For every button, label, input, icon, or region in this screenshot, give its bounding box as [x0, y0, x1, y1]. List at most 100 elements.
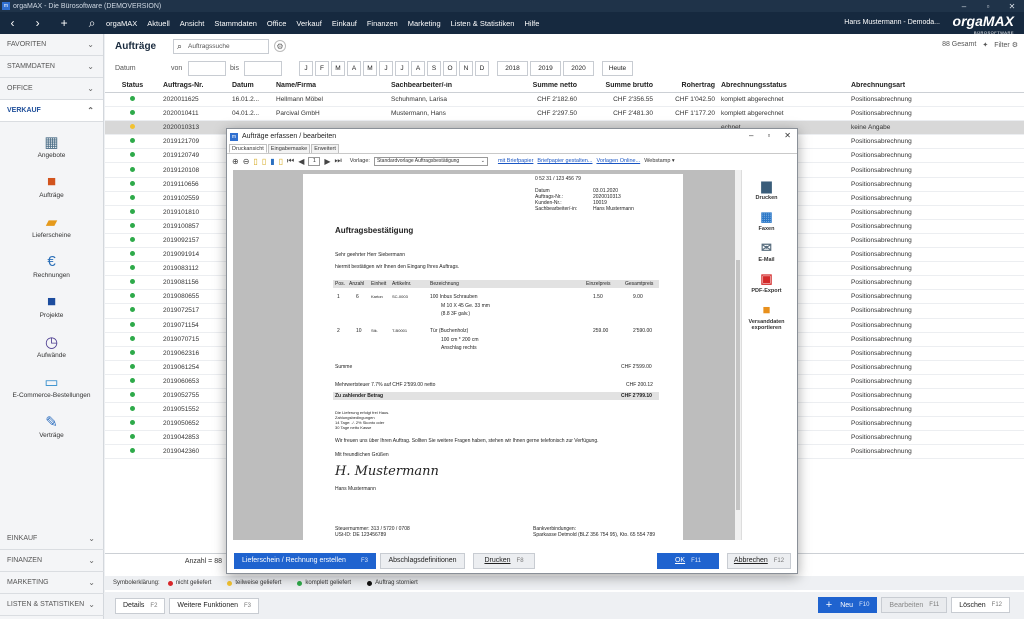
- month-button[interactable]: A: [411, 60, 425, 76]
- menu-item[interactable]: Listen & Statistiken: [451, 19, 515, 28]
- maximize-icon[interactable]: ▫: [976, 0, 1000, 12]
- new-button[interactable]: + Neu F10: [817, 597, 878, 613]
- menu-item[interactable]: Office: [267, 19, 286, 28]
- year-button[interactable]: 2019: [530, 60, 561, 76]
- chevron-right-icon[interactable]: ›: [36, 16, 40, 30]
- templates-online-link[interactable]: Vorlagen Online...: [596, 158, 640, 164]
- sidebar-item[interactable]: ▰ Lieferscheine: [0, 206, 103, 246]
- two-pages-icon[interactable]: ▯: [262, 157, 266, 166]
- month-button[interactable]: J: [379, 60, 393, 76]
- sidebar-section[interactable]: FINANZEN ⌄: [0, 550, 104, 572]
- webstamp-menu[interactable]: Webstamp ▾: [644, 158, 674, 164]
- close-icon[interactable]: ✕: [1000, 0, 1024, 12]
- column-header[interactable]: Abrechnungsart: [848, 82, 978, 89]
- month-button[interactable]: J: [299, 60, 313, 76]
- delete-button[interactable]: Löschen F12: [951, 597, 1010, 613]
- action-pdf-button[interactable]: ▣ PDF-Export: [742, 271, 791, 295]
- action-mail-button[interactable]: ✉ E-Mail: [742, 240, 791, 264]
- close-icon[interactable]: ✕: [784, 131, 791, 140]
- print-button[interactable]: Drucken F8: [473, 552, 535, 569]
- menu-item[interactable]: Hilfe: [524, 19, 539, 28]
- year-button[interactable]: 2018: [497, 60, 528, 76]
- search-icon[interactable]: ⌕: [89, 16, 96, 31]
- column-header[interactable]: Name/Firma: [273, 82, 388, 89]
- gear-icon[interactable]: ⚙: [274, 40, 286, 52]
- month-button[interactable]: M: [331, 60, 345, 76]
- chevron-left-icon[interactable]: ‹: [11, 16, 15, 30]
- sidebar-item[interactable]: ▭ E-Commerce-Bestellungen: [0, 366, 103, 406]
- maximize-icon[interactable]: ▫: [767, 131, 770, 140]
- menu-item[interactable]: Verkauf: [296, 19, 321, 28]
- month-button[interactable]: N: [459, 60, 473, 76]
- dialog-tab[interactable]: Erweitert: [311, 144, 339, 153]
- action-printer-button[interactable]: ▆ Drucken: [742, 178, 791, 202]
- month-button[interactable]: D: [475, 60, 489, 76]
- sidebar-section[interactable]: MARKETING ⌄: [0, 572, 104, 594]
- minimize-icon[interactable]: –: [952, 0, 976, 12]
- action-fax-button[interactable]: ▦ Faxen: [742, 209, 791, 233]
- zoom-in-icon[interactable]: ⊕: [232, 157, 239, 166]
- first-page-icon[interactable]: ⏮: [287, 156, 294, 166]
- menu-item[interactable]: Marketing: [408, 19, 441, 28]
- design-letterhead-link[interactable]: Briefpapier gestalten...: [537, 158, 592, 164]
- sidebar-section[interactable]: EINKAUF ⌄: [0, 528, 104, 550]
- menu-item[interactable]: Finanzen: [367, 19, 398, 28]
- dialog-tab[interactable]: Druckansicht: [229, 144, 267, 153]
- prev-page-icon[interactable]: ◀: [298, 157, 304, 166]
- ok-button[interactable]: OK F11: [657, 552, 719, 569]
- sidebar-item[interactable]: € Rechnungen: [0, 246, 103, 286]
- create-invoice-button[interactable]: Lieferschein / Rechnung erstellen F3: [234, 552, 376, 569]
- menu-item[interactable]: Stammdaten: [214, 19, 257, 28]
- pin-icon[interactable]: ✦: [982, 41, 988, 49]
- sidebar-section[interactable]: STAMMDATEN ⌄: [0, 56, 103, 78]
- menu-item[interactable]: Einkauf: [332, 19, 357, 28]
- column-header[interactable]: Summe netto: [498, 82, 580, 89]
- filter-button[interactable]: Filter ⚙: [994, 41, 1018, 49]
- column-header[interactable]: Sachbearbeiter/-in: [388, 82, 498, 89]
- menu-item[interactable]: orgaMAX: [106, 19, 137, 28]
- edit-button[interactable]: Bearbeiten F11: [881, 597, 948, 613]
- last-page-icon[interactable]: ⏭: [335, 156, 342, 166]
- sidebar-item[interactable]: ◷ Aufwände: [0, 326, 103, 366]
- next-page-icon[interactable]: ▶: [324, 157, 330, 166]
- month-button[interactable]: O: [443, 60, 457, 76]
- date-from-input[interactable]: [188, 60, 226, 76]
- user-name[interactable]: Hans Mustermann - Demoda...: [844, 19, 940, 26]
- more-functions-button[interactable]: Weitere Funktionen F3: [169, 597, 260, 614]
- page-number-input[interactable]: 1: [308, 156, 321, 166]
- sidebar-section[interactable]: LISTEN & STATISTIKEN ⌄: [0, 594, 104, 616]
- sidebar-section[interactable]: OFFICE ⌄: [0, 78, 103, 100]
- sidebar-item[interactable]: ✎ Verträge: [0, 406, 103, 446]
- sidebar-item[interactable]: ▦ Angebote: [0, 126, 103, 166]
- month-button[interactable]: J: [395, 60, 409, 76]
- fit-page-icon[interactable]: ▮: [270, 157, 274, 166]
- sidebar-item[interactable]: ■ Projekte: [0, 286, 103, 326]
- cancel-button[interactable]: Abbrechen F12: [727, 552, 791, 569]
- zoom-out-icon[interactable]: ⊖: [243, 157, 250, 166]
- search-input[interactable]: ⌕ Auftragssuche: [173, 38, 269, 54]
- details-button[interactable]: Details F2: [115, 597, 166, 614]
- sidebar-item[interactable]: ■ Aufträge: [0, 166, 103, 206]
- document-preview[interactable]: 0 52 31 / 123 456 79 Datum 03.01.2020 Auftr…: [233, 170, 741, 540]
- month-button[interactable]: A: [347, 60, 361, 76]
- month-button[interactable]: F: [315, 60, 329, 76]
- page-icon[interactable]: ▯: [253, 157, 257, 166]
- column-header[interactable]: Rohertrag: [656, 82, 718, 89]
- month-button[interactable]: S: [427, 60, 441, 76]
- menu-item[interactable]: Aktuell: [147, 19, 170, 28]
- table-row[interactable]: 2020010411 04.01.2... Parcival GmbH Musterm…: [105, 107, 1024, 122]
- table-row[interactable]: 2020011625 16.01.2... Hellmann Möbel Schuhm…: [105, 93, 1024, 108]
- column-header[interactable]: Auftrags-Nr.: [160, 82, 229, 89]
- column-header[interactable]: Datum: [229, 82, 273, 89]
- letterhead-link[interactable]: mit Briefpapier: [498, 158, 533, 164]
- sidebar-section[interactable]: FAVORITEN ⌄: [0, 34, 103, 56]
- menu-item[interactable]: Ansicht: [180, 19, 205, 28]
- action-export-button[interactable]: ■ Versanddaten exportieren: [742, 302, 791, 331]
- date-to-input[interactable]: [244, 60, 282, 76]
- dialog-tab[interactable]: Eingabemaske: [267, 144, 311, 153]
- template-select[interactable]: Standardvorlage Auftragsbestätigung ⌄: [373, 156, 488, 166]
- installment-button[interactable]: Abschlagsdefinitionen: [380, 552, 465, 569]
- sidebar-section-verkauf[interactable]: VERKAUF ⌃: [0, 100, 103, 122]
- column-header[interactable]: Abrechnungsstatus: [718, 82, 848, 89]
- column-header[interactable]: Summe brutto: [580, 82, 656, 89]
